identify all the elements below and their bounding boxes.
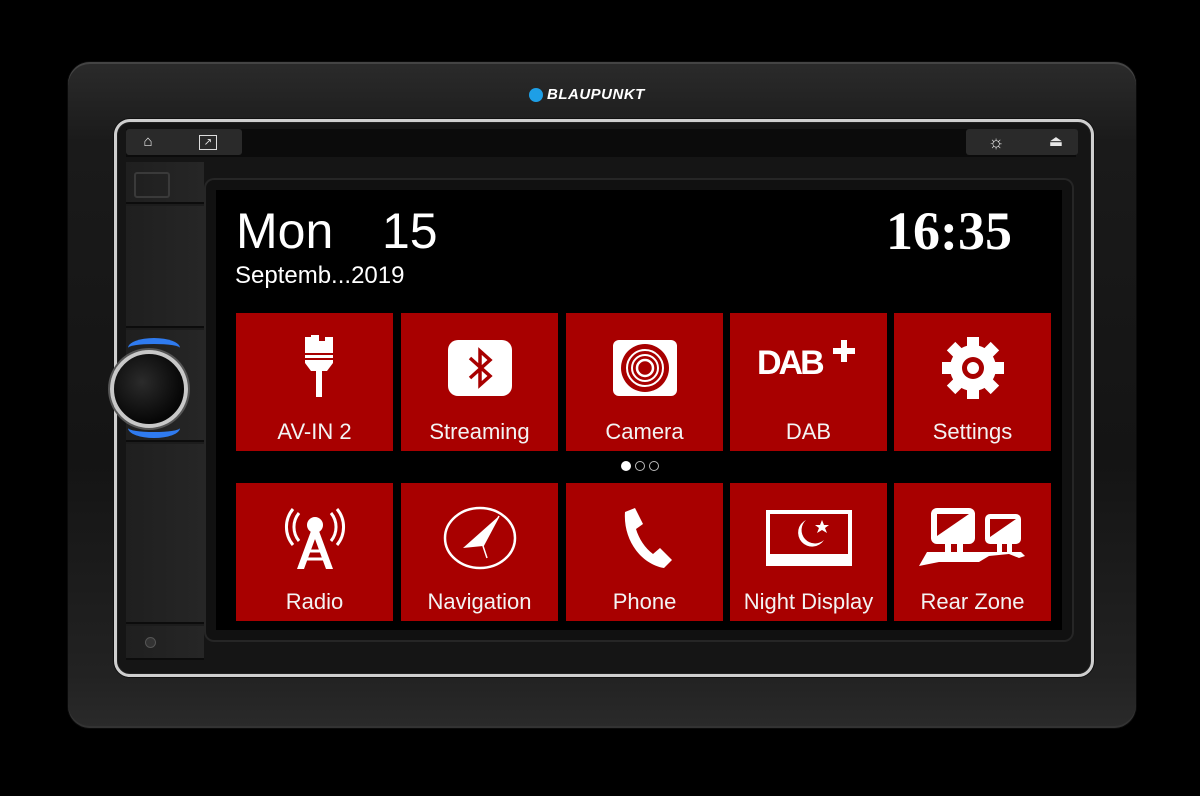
tile-navigation[interactable]: Navigation: [401, 483, 558, 621]
volume-knob[interactable]: [110, 350, 188, 428]
home-button[interactable]: ⌂: [128, 129, 168, 155]
eject-button[interactable]: ⏏: [1036, 129, 1076, 155]
tile-label: Settings: [932, 419, 1013, 444]
page-dot-1[interactable]: [621, 461, 631, 471]
svg-text:DAB: DAB: [757, 344, 824, 380]
camera-icon: [566, 333, 723, 403]
tile-phone[interactable]: Phone: [566, 483, 723, 621]
night-moon-icon: [730, 503, 887, 573]
side-small-button[interactable]: [134, 172, 170, 198]
exit-app-icon: ↗: [199, 134, 217, 150]
side-segment: [126, 444, 204, 624]
av-input-plug-icon: [236, 333, 393, 403]
brightness-button[interactable]: ☼: [976, 129, 1016, 155]
tile-night-display[interactable]: Night Display: [730, 483, 887, 621]
tile-label: Rear Zone: [920, 589, 1025, 614]
rear-zone-monitors-icon: [894, 503, 1051, 573]
tile-radio[interactable]: Radio: [236, 483, 393, 621]
microphone-icon: [145, 637, 156, 648]
tile-streaming[interactable]: Streaming: [401, 313, 558, 451]
exit-app-button[interactable]: ↗: [188, 129, 228, 155]
page-indicator: [621, 461, 659, 471]
home-icon: ⌂: [143, 133, 153, 150]
tile-label: Streaming: [429, 419, 530, 444]
day-label: Mon: [236, 203, 334, 259]
eject-icon: ⏏: [1048, 133, 1064, 150]
page-dot-2[interactable]: [635, 461, 645, 471]
side-segment: [126, 206, 204, 328]
brand-logo: BLAUPUNKT: [529, 86, 645, 103]
dab-plus-icon: DAB: [730, 323, 887, 393]
brand-name: BLAUPUNKT: [547, 86, 645, 103]
home-screen: Mon 15 Septemb...2019 16:35 AV-IN 2 Stre…: [216, 190, 1062, 630]
tile-label: DAB: [785, 419, 832, 444]
bluetooth-icon: [401, 333, 558, 403]
radio-tower-icon: [236, 503, 393, 573]
tile-camera[interactable]: Camera: [566, 313, 723, 451]
tile-label: AV-IN 2: [277, 419, 352, 444]
tile-label: Radio: [285, 589, 344, 614]
brand-dot-icon: [529, 87, 543, 102]
tile-settings[interactable]: Settings: [894, 313, 1051, 451]
tile-rear-zone[interactable]: Rear Zone: [894, 483, 1051, 621]
side-segment: [126, 626, 204, 660]
month-year-label: Septemb...2019: [235, 262, 405, 289]
tile-av-in-2[interactable]: AV-IN 2: [236, 313, 393, 451]
tile-label: Night Display: [743, 589, 874, 614]
page-dot-3[interactable]: [649, 461, 659, 471]
tile-label: Camera: [605, 419, 684, 444]
tile-label: Phone: [612, 589, 677, 614]
navigation-compass-icon: [401, 503, 558, 573]
phone-icon: [566, 503, 723, 573]
tile-label: Navigation: [427, 589, 532, 614]
date-number: 15: [382, 203, 438, 259]
clock: 16:35: [886, 201, 1012, 261]
gear-icon: [894, 333, 1051, 403]
top-strip: [126, 129, 1076, 157]
tile-dab[interactable]: DAB DAB: [730, 313, 887, 451]
brightness-icon: ☼: [987, 132, 1005, 152]
